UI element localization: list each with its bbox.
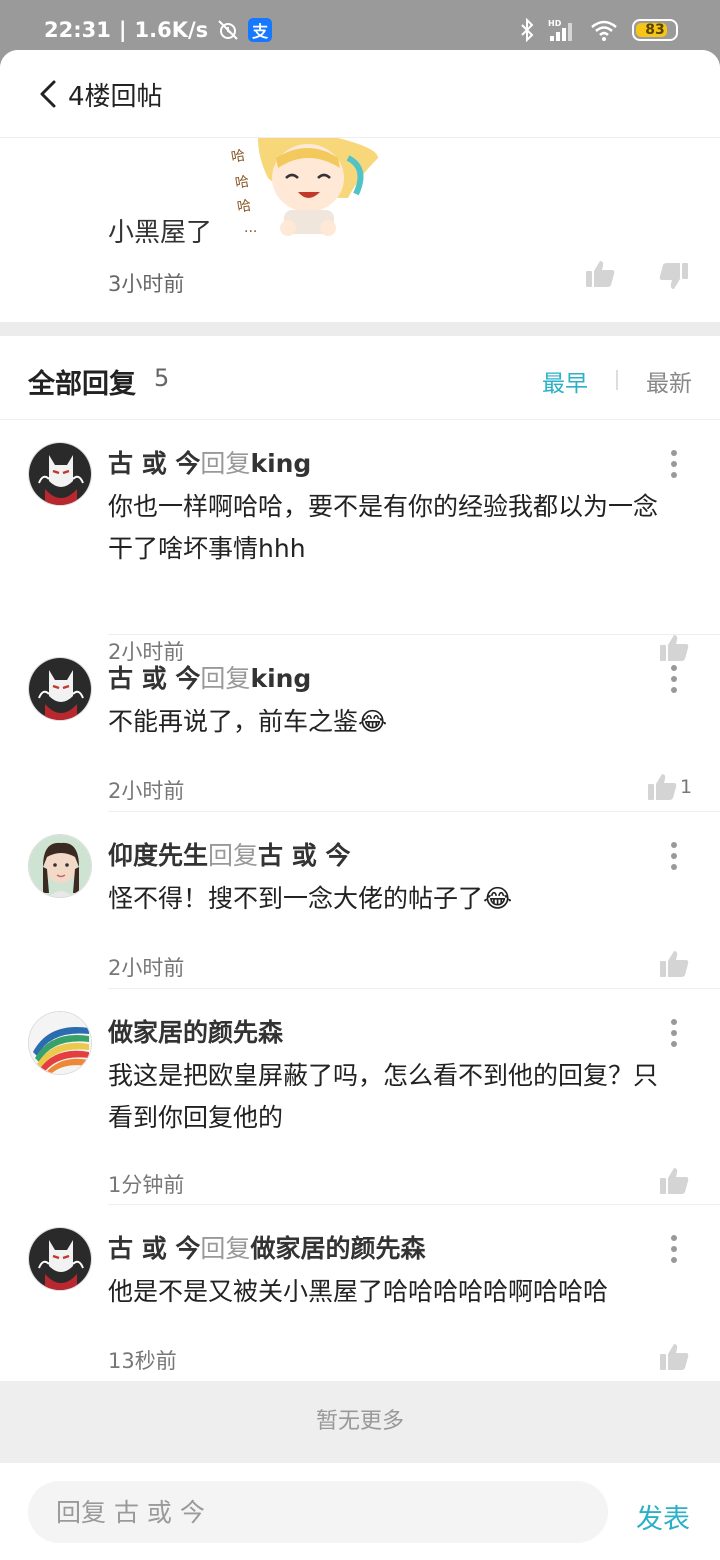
- laughing-girl-sticker: 哈 哈 哈 ...: [230, 138, 378, 236]
- reply-to-label: 回复: [208, 841, 259, 870]
- reply-to-user[interactable]: 做家居的颜先森: [250, 1234, 425, 1263]
- reply-item: 古 或 今回复king 不能再说了，前车之鉴😂 2小时前 1: [0, 635, 720, 812]
- svg-text:哈: 哈: [234, 174, 251, 192]
- reply-author[interactable]: 仰度先生: [108, 841, 208, 870]
- signal-icon: HD: [548, 19, 572, 41]
- reply-author[interactable]: 古 或 今: [108, 664, 200, 693]
- section-divider: [0, 322, 720, 336]
- reply-bar: 发表: [0, 1463, 720, 1560]
- thumbs-down-icon[interactable]: [658, 260, 690, 292]
- thumbs-up-icon[interactable]: [646, 771, 678, 803]
- reply-author-line: 古 或 今回复king: [108, 444, 311, 480]
- avatar[interactable]: [28, 1227, 92, 1291]
- reply-body: 怪不得！搜不到一念大佬的帖子了😂: [108, 884, 513, 913]
- status-right: HD 83: [520, 18, 678, 42]
- more-options-icon[interactable]: [662, 448, 686, 480]
- reply-item: 仰度先生回复古 或 今 怪不得！搜不到一念大佬的帖子了😂 2小时前: [0, 812, 720, 989]
- reply-to-user[interactable]: king: [250, 449, 311, 478]
- reply-to-label: 回复: [200, 1234, 251, 1263]
- status-separator: |: [118, 18, 127, 42]
- network-type-label: HD: [548, 19, 562, 28]
- avatar[interactable]: [28, 442, 92, 506]
- avatar[interactable]: [28, 1011, 92, 1075]
- more-options-icon[interactable]: [662, 840, 686, 872]
- reply-item: 古 或 今回复king 你也一样啊哈哈，要不是有你的经验我都以为一念干了啥坏事情…: [0, 420, 720, 664]
- reply-body: 你也一样啊哈哈，要不是有你的经验我都以为一念干了啥坏事情hhh: [108, 492, 659, 563]
- reply-input[interactable]: [28, 1481, 608, 1543]
- reply-to-user[interactable]: king: [250, 664, 311, 693]
- sort-divider: [616, 370, 618, 390]
- reply-author-line: 做家居的颜先森: [108, 1013, 283, 1049]
- more-options-icon[interactable]: [662, 663, 686, 695]
- reply-time: 13秒前: [108, 1349, 177, 1373]
- post-time: 3小时前: [108, 272, 185, 296]
- reply-item: 古 或 今回复做家居的颜先森 他是不是又被关小黑屋了哈哈哈哈哈啊哈哈哈 13秒前: [0, 1205, 720, 1381]
- avatar[interactable]: [28, 834, 92, 898]
- thumbs-up-icon[interactable]: [658, 1341, 690, 1373]
- reply-time: 1分钟前: [108, 1173, 185, 1197]
- status-left: 22:31 | 1.6K/s 支: [44, 18, 273, 42]
- girl-photo-avatar-icon: [29, 835, 91, 897]
- alipay-icon: 支: [248, 18, 273, 42]
- svg-text:...: ...: [244, 220, 257, 236]
- reply-time: 2小时前: [108, 779, 185, 803]
- like-count: 1: [680, 776, 693, 798]
- replies-title: 全部回复: [28, 369, 136, 400]
- reply-author[interactable]: 古 或 今: [108, 1234, 200, 1263]
- battery-indicator: 83: [632, 19, 678, 41]
- reply-to-label: 回复: [200, 664, 251, 693]
- original-post: 哈 哈 哈 ... 小黑屋了 3小时前: [0, 138, 720, 322]
- reply-time: 2小时前: [108, 956, 185, 980]
- more-options-icon[interactable]: [662, 1233, 686, 1265]
- no-more-footer: 暂无更多: [0, 1381, 720, 1463]
- reply-item: 做家居的颜先森 我这是把欧皇屏蔽了吗，怎么看不到他的回复？只看到你回复他的 1分…: [0, 989, 720, 1205]
- sort-latest-tab[interactable]: 最新: [646, 364, 692, 398]
- reply-author[interactable]: 古 或 今: [108, 449, 200, 478]
- send-button[interactable]: 发表: [636, 1497, 690, 1536]
- status-time: 22:31: [44, 18, 111, 42]
- bluetooth-icon: [521, 18, 534, 42]
- reply-body: 他是不是又被关小黑屋了哈哈哈哈哈啊哈哈哈: [108, 1277, 609, 1306]
- replies-header: 全部回复 5 最早 最新: [0, 336, 720, 420]
- reply-body: 我这是把欧皇屏蔽了吗，怎么看不到他的回复？只看到你回复他的: [108, 1061, 659, 1132]
- back-arrow-icon[interactable]: [34, 76, 64, 112]
- sort-earliest-tab[interactable]: 最早: [542, 364, 588, 398]
- thumbs-up-icon[interactable]: [658, 1165, 690, 1197]
- reply-author-line: 古 或 今回复做家居的颜先森: [108, 1229, 425, 1265]
- wifi-icon: [591, 20, 617, 41]
- mask-character-avatar-icon: [29, 443, 91, 505]
- status-speed: 1.6K/s: [134, 18, 209, 42]
- page-title: 4楼回帖: [68, 82, 163, 112]
- svg-text:哈: 哈: [236, 198, 253, 216]
- replies-count: 5: [154, 364, 170, 392]
- avatar[interactable]: [28, 657, 92, 721]
- thumbs-up-icon[interactable]: [658, 948, 690, 980]
- more-options-icon[interactable]: [662, 1017, 686, 1049]
- reply-body: 不能再说了，前车之鉴😂: [108, 707, 388, 736]
- post-text: 小黑屋了: [108, 218, 213, 248]
- header: 4楼回帖: [0, 50, 720, 138]
- reply-author-line: 仰度先生回复古 或 今: [108, 836, 350, 872]
- alarm-off-icon: [218, 20, 238, 40]
- svg-text:哈: 哈: [230, 148, 247, 166]
- battery-percent: 83: [645, 22, 665, 38]
- mask-character-avatar-icon: [29, 1228, 91, 1290]
- reply-author[interactable]: 做家居的颜先森: [108, 1018, 283, 1047]
- thumbs-up-icon[interactable]: [584, 258, 616, 290]
- reply-list: 古 或 今回复king 你也一样啊哈哈，要不是有你的经验我都以为一念干了啥坏事情…: [0, 420, 720, 1381]
- reply-to-user[interactable]: 古 或 今: [258, 841, 350, 870]
- reply-to-label: 回复: [200, 449, 251, 478]
- reply-author-line: 古 或 今回复king: [108, 659, 311, 695]
- mask-character-avatar-icon: [29, 658, 91, 720]
- color-swatches-avatar-icon: [29, 1012, 91, 1074]
- reply-sheet: 4楼回帖 哈 哈 哈 ... 小黑屋了 3小时前 全部回复 5 最早 最新 古 …: [0, 50, 720, 1560]
